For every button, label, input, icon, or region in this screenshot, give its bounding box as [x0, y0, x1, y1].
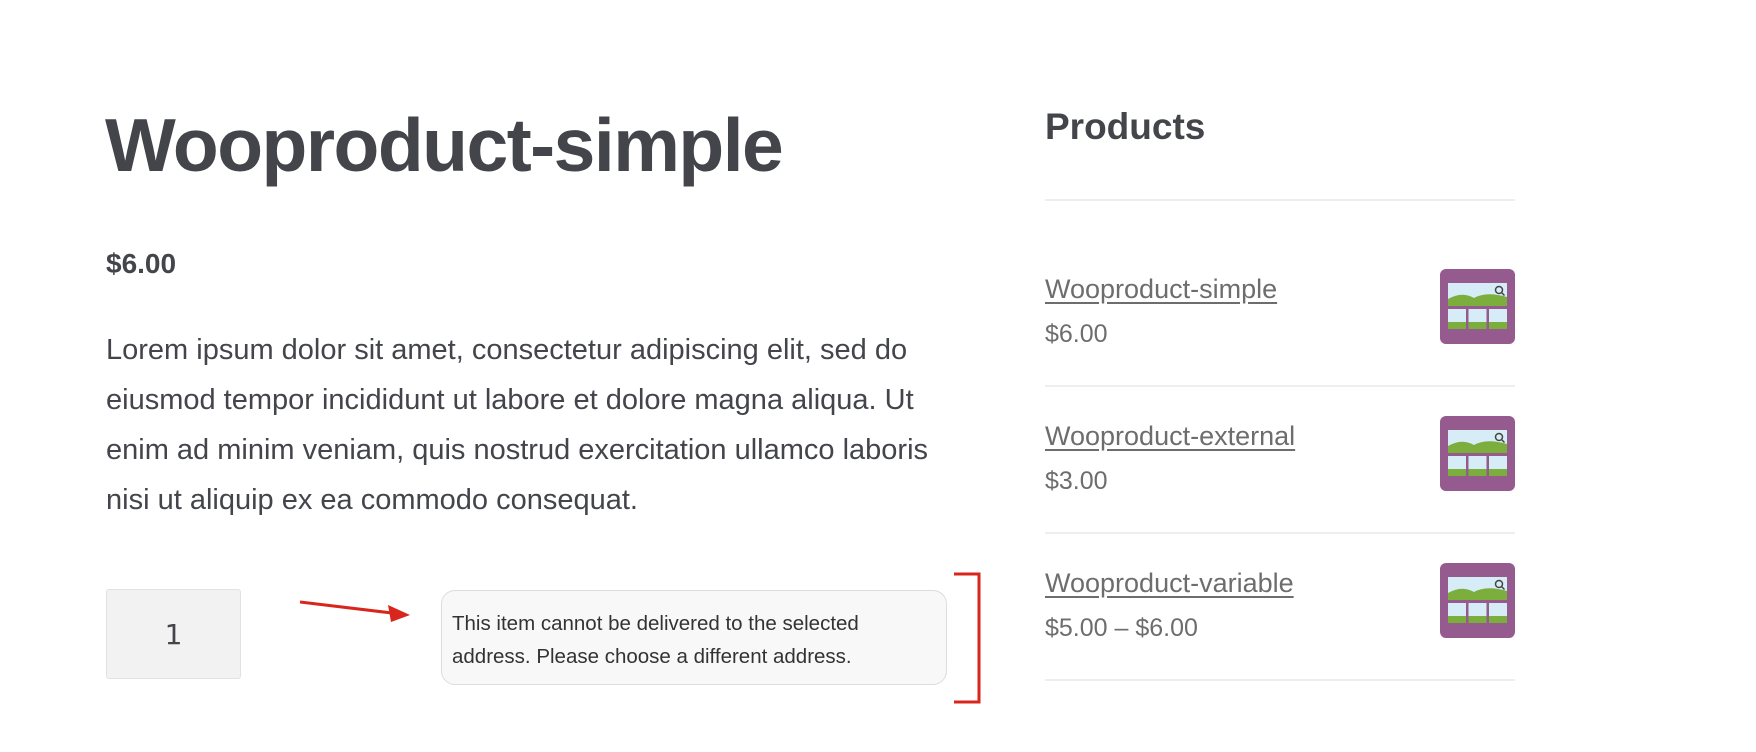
product-list: Wooproduct-simple $6.00 Wooproduct-exter… [1045, 240, 1515, 681]
list-item: Wooproduct-simple $6.00 [1045, 240, 1515, 387]
quantity-input[interactable]: 1 [106, 589, 241, 679]
list-item: Wooproduct-variable $5.00 – $6.00 [1045, 534, 1515, 681]
product-title: Wooproduct-simple [105, 103, 784, 187]
sidebar-title: Products [1045, 106, 1206, 147]
annotation-arrow-icon [300, 600, 410, 622]
product-description: Lorem ipsum dolor sit amet, consectetur … [106, 334, 929, 516]
product-price-external: $3.00 [1045, 467, 1108, 495]
delivery-notice: This item cannot be delivered to the sel… [441, 590, 947, 685]
list-item: Wooproduct-external $3.00 [1045, 387, 1515, 534]
product-price: $6.00 [106, 248, 177, 279]
image-placeholder-icon[interactable] [1440, 416, 1515, 491]
product-link-external[interactable]: Wooproduct-external [1045, 421, 1295, 452]
product-price-simple: $6.00 [1045, 320, 1108, 348]
sidebar-divider [1045, 199, 1515, 201]
product-link-variable[interactable]: Wooproduct-variable [1045, 568, 1294, 599]
image-placeholder-icon[interactable] [1440, 563, 1515, 638]
image-placeholder-icon[interactable] [1440, 269, 1515, 344]
product-price-variable: $5.00 – $6.00 [1045, 614, 1198, 642]
product-link-simple[interactable]: Wooproduct-simple [1045, 274, 1277, 305]
annotation-bracket-icon [954, 572, 981, 704]
